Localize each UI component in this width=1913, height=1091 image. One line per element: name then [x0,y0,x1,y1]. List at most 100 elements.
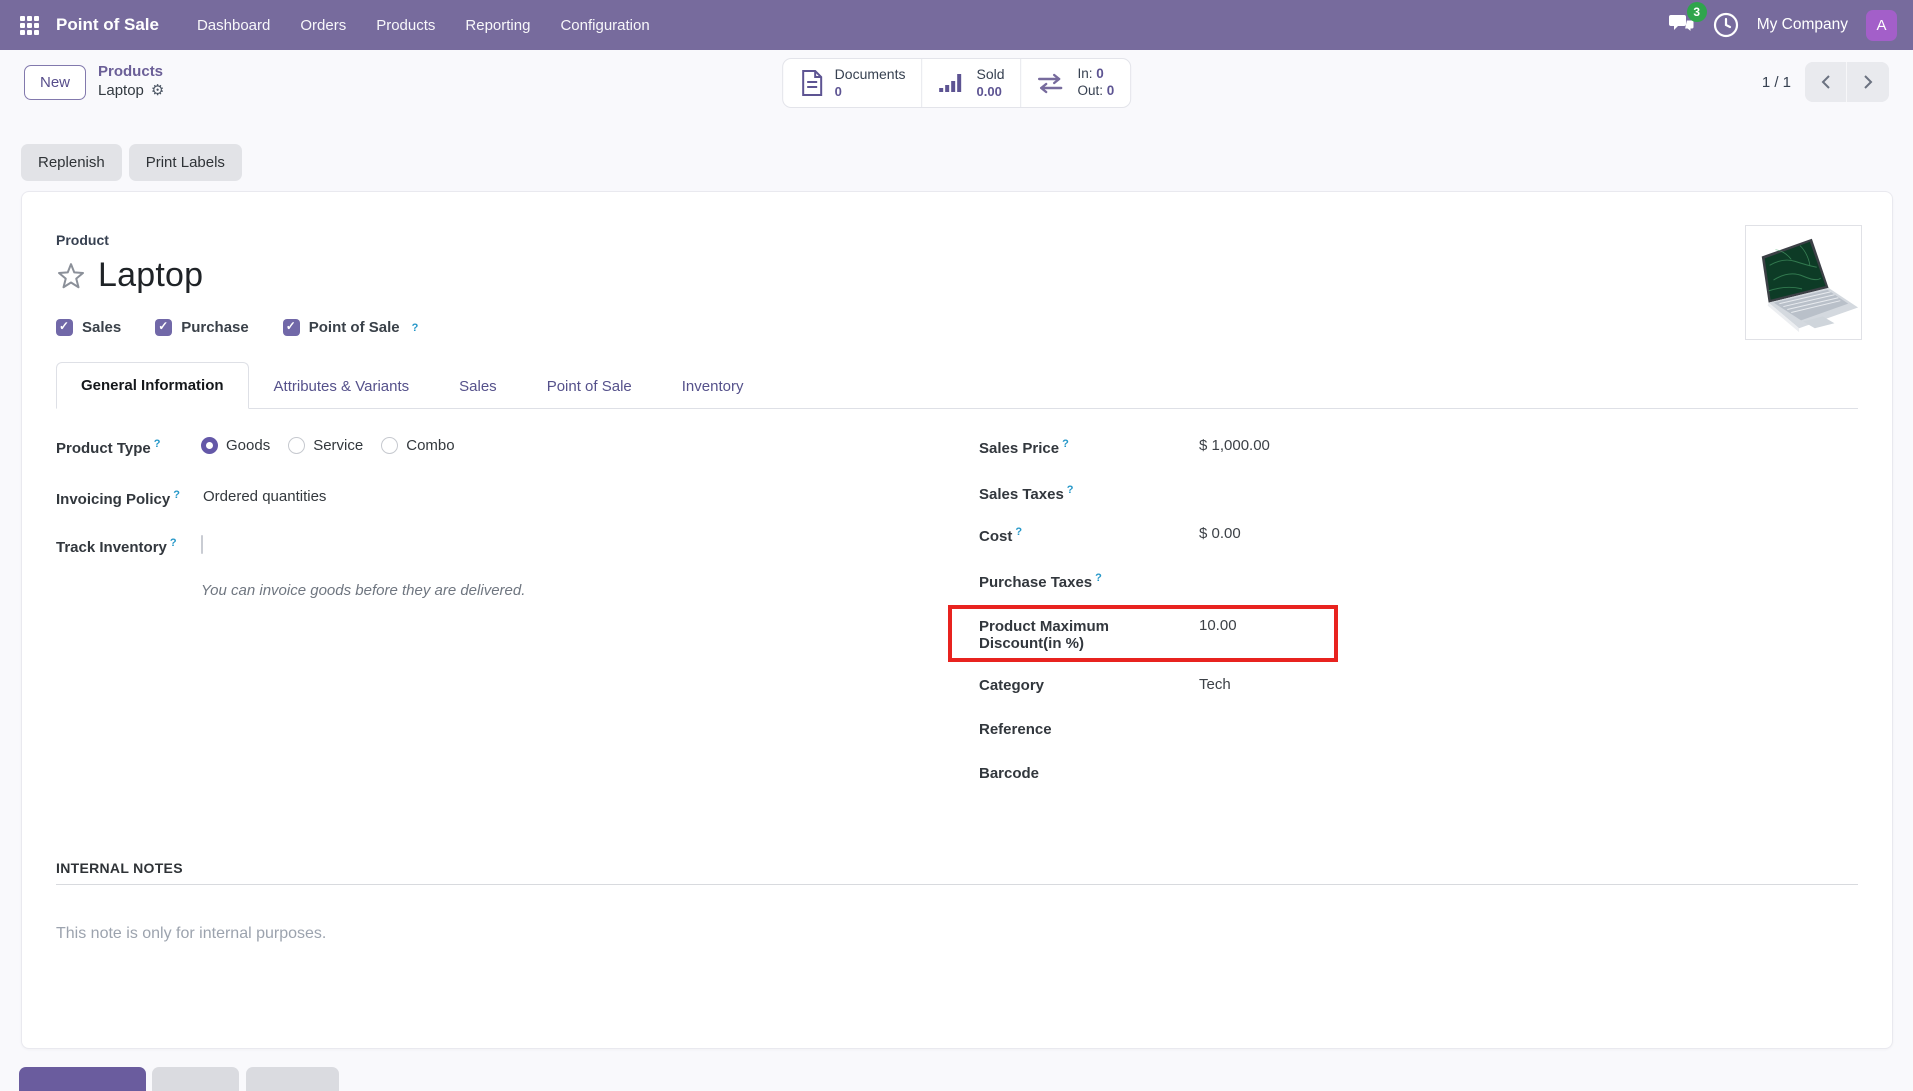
purchase-toggle[interactable]: Purchase [155,319,249,336]
document-icon [799,69,825,97]
form-left-column: Product Type? Goods Service Combo [56,437,979,804]
radio-combo[interactable]: Combo [381,437,454,454]
grid-icon [20,16,39,35]
smart-buttons: Documents 0 Sold 0.00 In: 0 Ou [782,58,1132,108]
help-icon: ? [170,537,177,549]
actions-gear-icon[interactable]: ⚙ [151,82,164,101]
breadcrumb: Products Laptop ⚙ [98,63,164,101]
breadcrumb-products-link[interactable]: Products [98,63,164,82]
track-inventory-checkbox[interactable] [201,535,203,554]
tab-attributes-variants[interactable]: Attributes & Variants [249,362,435,409]
chatter-primary-button[interactable] [19,1067,146,1091]
chevron-left-icon [1820,74,1832,90]
control-panel: New Products Laptop ⚙ Documents 0 [0,50,1913,114]
in-out-smart-button[interactable]: In: 0 Out: 0 [1022,59,1131,107]
internal-notes-heading: INTERNAL NOTES [56,860,1858,885]
pager-counter: 1 / 1 [1762,74,1791,91]
tab-general-information[interactable]: General Information [56,362,249,409]
chatter-tertiary-button[interactable] [246,1067,339,1091]
notebook-tabs: General Information Attributes & Variant… [56,362,1858,409]
purchase-checkbox[interactable] [155,319,172,336]
messages-count-badge: 3 [1687,2,1707,22]
sold-smart-button[interactable]: Sold 0.00 [922,59,1021,107]
company-switcher[interactable]: My Company [1757,16,1848,34]
menu-products[interactable]: Products [364,10,447,41]
help-icon: ? [1067,484,1074,496]
goods-radio-icon[interactable] [201,437,218,454]
user-avatar[interactable]: A [1866,10,1897,41]
invoicing-policy-value[interactable]: Ordered quantities [203,488,326,505]
point-of-sale-toggle-label: Point of Sale [309,319,400,336]
product-type-radio-group: Goods Service Combo [201,437,455,454]
menu-reporting[interactable]: Reporting [453,10,542,41]
availability-toggles: Sales Purchase Point of Sale ? [56,319,1858,336]
purchase-taxes-label: Purchase Taxes? [979,571,1199,591]
help-icon: ? [173,489,180,501]
sales-taxes-label: Sales Taxes? [979,483,1199,503]
form-right-column: Sales Price? $ 1,000.00 Sales Taxes? Cos… [979,437,1858,804]
highlight-box: Product Maximum Discount(in %) 10.00 [948,605,1338,662]
form-sheet: Product Laptop Sales Purchase Point of S… [21,191,1893,1049]
radio-goods[interactable]: Goods [201,437,270,454]
internal-notes-placeholder[interactable]: This note is only for internal purposes. [56,925,1858,943]
cost-label: Cost? [979,525,1199,545]
tab-point-of-sale[interactable]: Point of Sale [522,362,657,409]
breadcrumb-current: Laptop [98,82,144,101]
product-image[interactable] [1745,225,1862,340]
combo-radio-icon[interactable] [381,437,398,454]
sales-toggle[interactable]: Sales [56,319,121,336]
sold-label: Sold [976,66,1004,84]
purchase-toggle-label: Purchase [181,319,249,336]
record-type-label: Product [56,232,1858,248]
sales-price-value[interactable]: $ 1,000.00 [1199,437,1270,454]
messages-button[interactable]: 3 [1669,11,1695,40]
reference-label: Reference [979,720,1199,738]
activities-clock-icon[interactable] [1713,12,1739,38]
invoicing-help-note: You can invoice goods before they are de… [201,582,979,599]
pager: 1 / 1 [1762,62,1889,102]
new-button[interactable]: New [24,65,86,100]
main-menu: Dashboard Orders Products Reporting Conf… [185,10,662,41]
menu-dashboard[interactable]: Dashboard [185,10,282,41]
apps-menu-icon[interactable] [12,8,46,42]
point-of-sale-toggle[interactable]: Point of Sale ? [283,319,419,336]
product-maximum-discount-label: Product Maximum Discount(in %) [979,617,1199,652]
help-icon: ? [1062,438,1069,450]
sold-value: 0.00 [976,84,1001,100]
replenish-button[interactable]: Replenish [21,144,122,181]
barcode-label: Barcode [979,764,1199,782]
pager-previous-button[interactable] [1805,62,1847,102]
help-icon: ? [1015,526,1022,538]
menu-orders[interactable]: Orders [288,10,358,41]
chatter-secondary-button[interactable] [152,1067,239,1091]
menu-configuration[interactable]: Configuration [548,10,661,41]
product-type-label: Product Type? [56,437,201,457]
laptop-image [1746,226,1861,339]
documents-smart-button[interactable]: Documents 0 [783,59,923,107]
pager-next-button[interactable] [1847,62,1889,102]
help-icon: ? [1095,572,1102,584]
sales-checkbox[interactable] [56,319,73,336]
service-radio-icon[interactable] [288,437,305,454]
product-title[interactable]: Laptop [98,256,203,295]
tab-inventory[interactable]: Inventory [657,362,769,409]
help-icon: ? [154,438,161,450]
cost-value[interactable]: $ 0.00 [1199,525,1241,542]
out-value: 0 [1107,83,1115,98]
favorite-star-icon[interactable] [56,261,86,291]
app-name[interactable]: Point of Sale [56,15,159,35]
tab-sales[interactable]: Sales [434,362,522,409]
out-label: Out: [1078,83,1104,98]
product-maximum-discount-value[interactable]: 10.00 [1199,617,1237,634]
bar-chart-icon [938,70,966,96]
chevron-right-icon [1862,74,1874,90]
track-inventory-label: Track Inventory? [56,536,201,556]
point-of-sale-checkbox[interactable] [283,319,300,336]
internal-notes-section: INTERNAL NOTES This note is only for int… [56,860,1858,983]
documents-count: 0 [835,84,842,100]
sales-toggle-label: Sales [82,319,121,336]
print-labels-button[interactable]: Print Labels [129,144,242,181]
radio-service[interactable]: Service [288,437,363,454]
documents-label: Documents [835,66,906,84]
category-value[interactable]: Tech [1199,676,1231,693]
